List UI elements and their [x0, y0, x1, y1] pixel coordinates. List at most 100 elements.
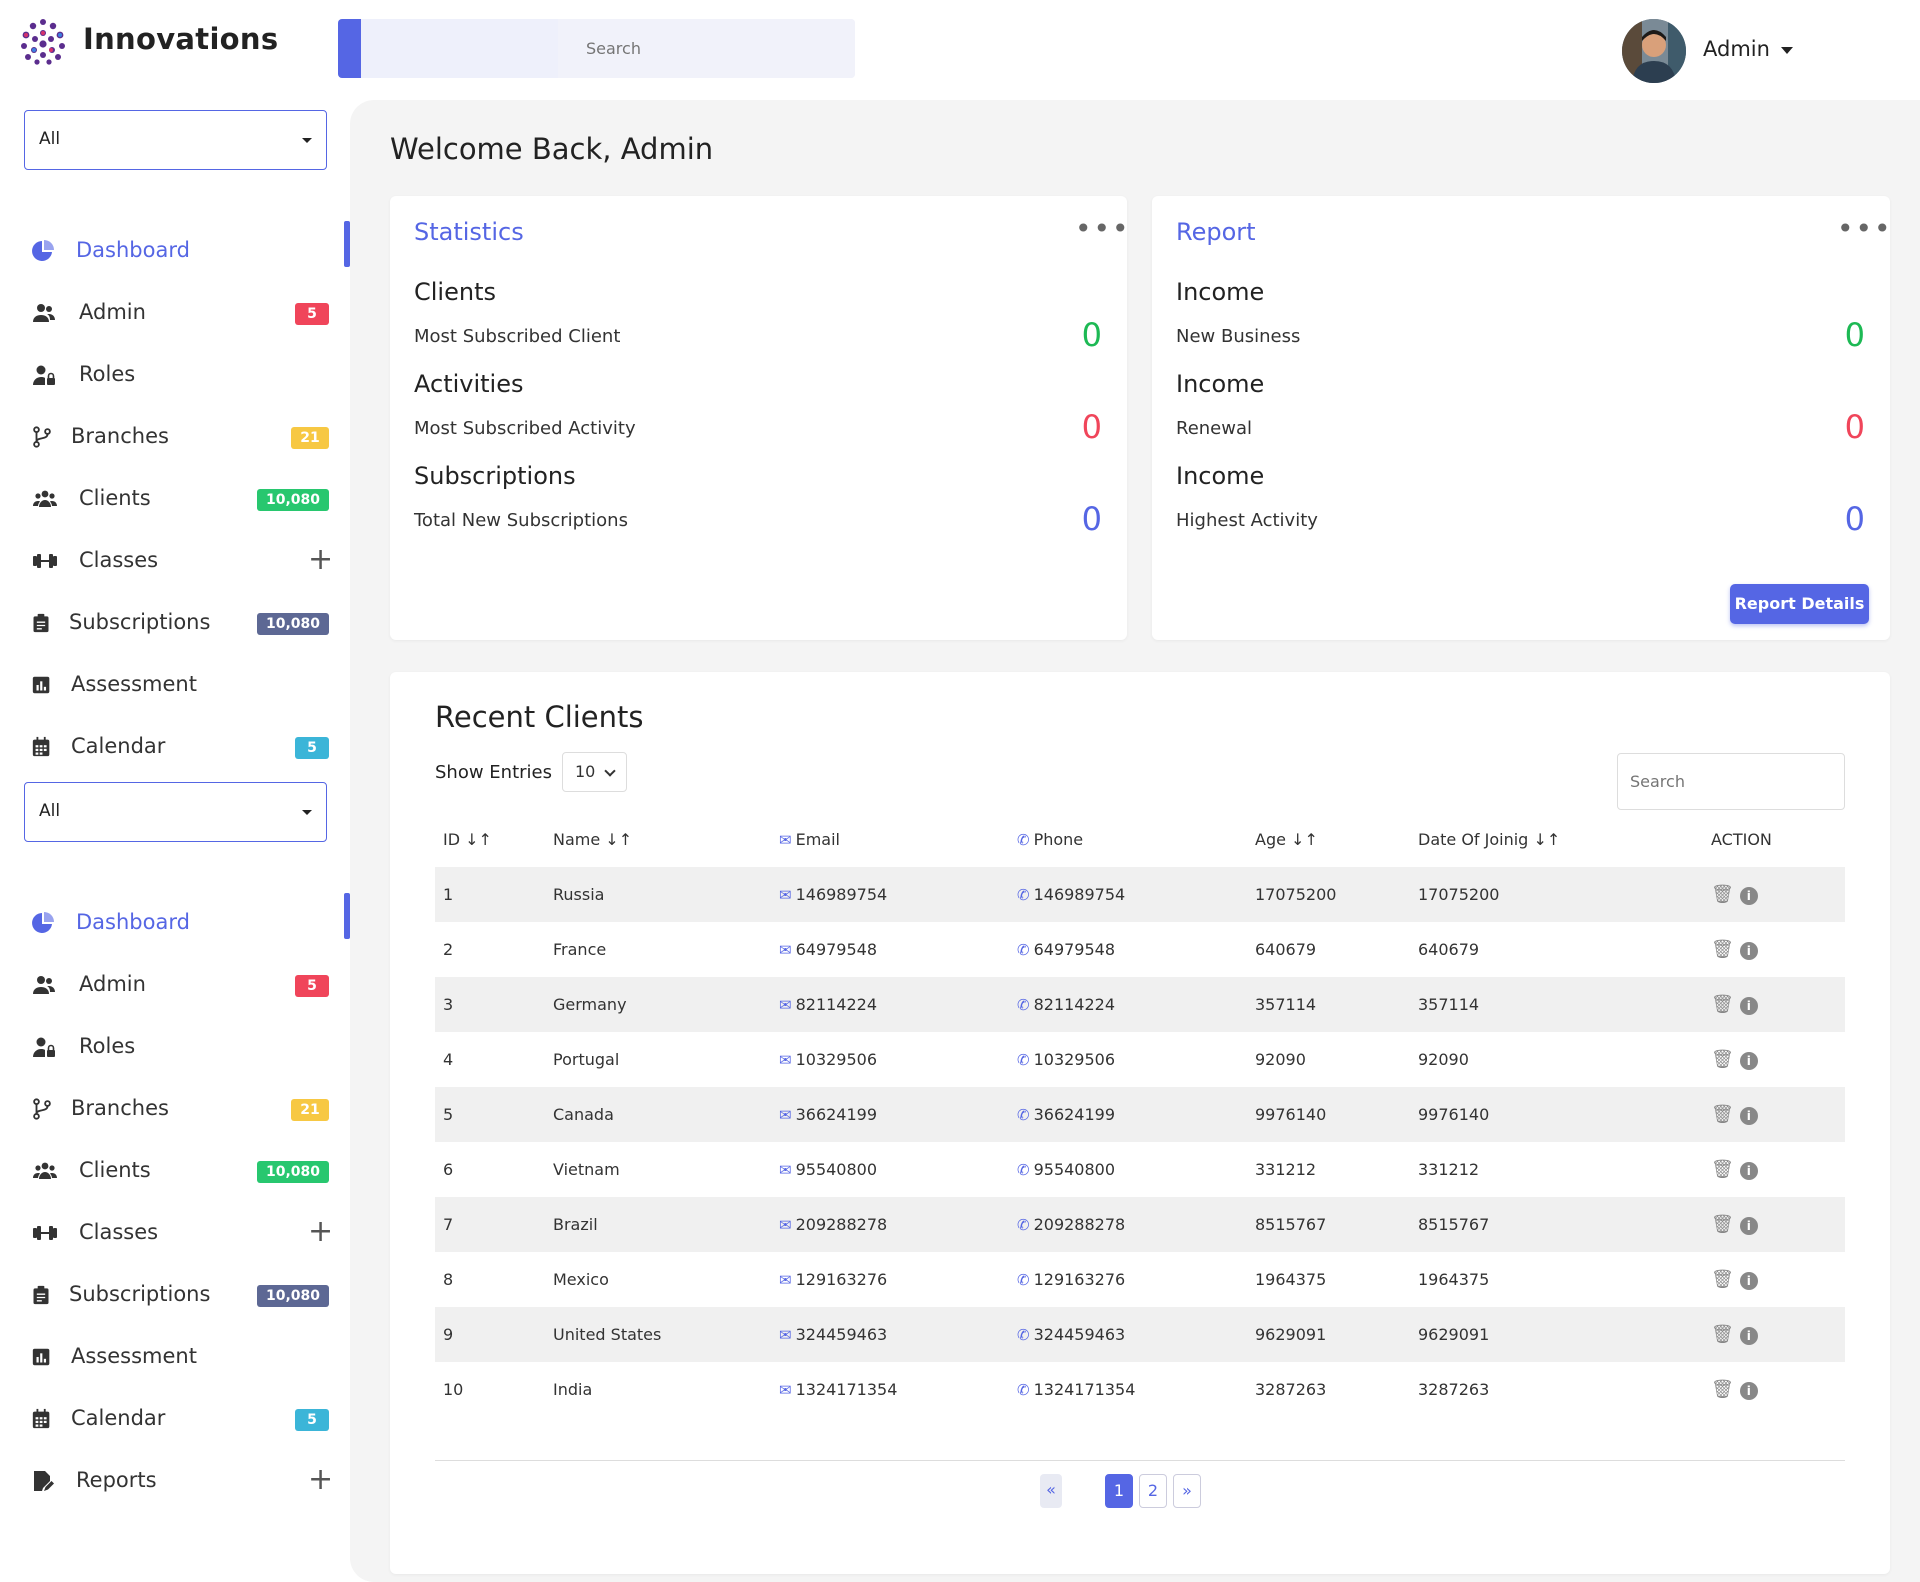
table-search-input[interactable] [1617, 753, 1845, 810]
column-header-name[interactable]: Name ↓↑ [545, 812, 771, 867]
column-header-date-of-joinig[interactable]: Date Of Joinig ↓↑ [1410, 812, 1703, 867]
calendar-icon [31, 735, 57, 761]
table-cell[interactable]: ✉ 1324171354 [771, 1362, 1009, 1417]
table-cell[interactable]: ✉ 324459463 [771, 1307, 1009, 1362]
trash-icon[interactable]: 🗑 [1711, 1049, 1734, 1070]
trash-icon[interactable]: 🗑 [1711, 1379, 1734, 1400]
table-cell[interactable]: ✉ 64979548 [771, 922, 1009, 977]
info-icon[interactable]: i [1739, 1327, 1758, 1345]
column-header-id[interactable]: ID ↓↑ [435, 812, 545, 867]
entries-select[interactable]: 10 [562, 752, 627, 792]
sort-icon[interactable]: ↓↑ [605, 830, 632, 849]
sidebar-item-branches[interactable]: Branches 21 [0, 1079, 350, 1141]
top-search[interactable] [338, 19, 855, 78]
info-icon[interactable]: i [1739, 1217, 1758, 1235]
trash-icon[interactable]: 🗑 [1711, 1324, 1734, 1345]
table-cell[interactable]: ✆ 95540800 [1009, 1142, 1247, 1197]
info-icon[interactable]: i [1739, 997, 1758, 1015]
sidebar-item-clients[interactable]: Clients 10,080 [0, 469, 350, 531]
table-cell[interactable]: ✆ 324459463 [1009, 1307, 1247, 1362]
trash-icon[interactable]: 🗑 [1711, 1214, 1734, 1235]
envelope-icon: ✉ [779, 941, 792, 959]
table-cell: 9 [435, 1307, 545, 1362]
plus-icon[interactable]: + [308, 1465, 333, 1495]
top-search-input[interactable] [558, 19, 855, 78]
table-cell[interactable]: ✆ 82114224 [1009, 977, 1247, 1032]
sidebar-item-classes[interactable]: Classes + [0, 1203, 350, 1265]
table-row: 5 Canada ✉ 36624199 ✆ 36624199 9976140 9976140 🗑… [435, 1087, 1845, 1142]
table-divider [435, 1460, 1845, 1461]
statistics-menu-icon[interactable]: ••• [1075, 215, 1131, 243]
trash-icon[interactable]: 🗑 [1711, 884, 1734, 905]
sidebar-item-branches[interactable]: Branches 21 [0, 407, 350, 469]
pagination-prev[interactable]: « [1040, 1474, 1062, 1508]
info-icon[interactable]: i [1739, 1162, 1758, 1180]
sidebar-item-dashboard[interactable]: Dashboard [0, 893, 350, 955]
report-menu-icon[interactable]: ••• [1837, 215, 1893, 243]
table-cell[interactable]: ✉ 129163276 [771, 1252, 1009, 1307]
pagination-page-2[interactable]: 2 [1139, 1474, 1167, 1508]
table-cell[interactable]: ✆ 146989754 [1009, 867, 1247, 922]
table-cell[interactable]: ✆ 1324171354 [1009, 1362, 1247, 1417]
info-icon[interactable]: i [1739, 942, 1758, 960]
sidebar-item-subscriptions[interactable]: Subscriptions 10,080 [0, 1265, 350, 1327]
table-cell[interactable]: ✉ 209288278 [771, 1197, 1009, 1252]
info-icon[interactable]: i [1739, 887, 1758, 905]
sort-icon[interactable]: ↓↑ [1533, 830, 1560, 849]
pagination-next[interactable]: » [1173, 1474, 1201, 1508]
table-cell[interactable]: ✆ 64979548 [1009, 922, 1247, 977]
column-header-age[interactable]: Age ↓↑ [1247, 812, 1410, 867]
sidebar-item-subscriptions[interactable]: Subscriptions 10,080 [0, 593, 350, 655]
report-details-button[interactable]: Report Details [1730, 584, 1869, 624]
sidebar-filter-select[interactable]: All [24, 782, 327, 842]
pagination-page-1[interactable]: 1 [1105, 1474, 1133, 1508]
info-icon[interactable]: i [1739, 1107, 1758, 1125]
info-icon[interactable]: i [1739, 1052, 1758, 1070]
table-cell[interactable]: ✉ 82114224 [771, 977, 1009, 1032]
table-cell: Germany [545, 977, 771, 1032]
sidebar-item-assessment[interactable]: Assessment [0, 1327, 350, 1389]
table-cell[interactable]: ✉ 146989754 [771, 867, 1009, 922]
trash-icon[interactable]: 🗑 [1711, 1269, 1734, 1290]
sidebar-item-clients[interactable]: Clients 10,080 [0, 1141, 350, 1203]
cell-value: France [553, 940, 607, 959]
table-cell[interactable]: ✆ 209288278 [1009, 1197, 1247, 1252]
trash-icon[interactable]: 🗑 [1711, 1104, 1734, 1125]
sidebar-item-label: Admin [79, 972, 146, 996]
sidebar-filter-select[interactable]: All [24, 110, 327, 170]
trash-icon[interactable]: 🗑 [1711, 994, 1734, 1015]
user-name[interactable]: Admin [1703, 37, 1770, 61]
sidebar-item-roles[interactable]: Roles [0, 345, 350, 407]
trash-icon[interactable]: 🗑 [1711, 939, 1734, 960]
sidebar-item-assessment[interactable]: Assessment [0, 655, 350, 717]
table-cell: 331212 [1247, 1142, 1410, 1197]
table-cell[interactable]: ✆ 36624199 [1009, 1087, 1247, 1142]
table-cell[interactable]: ✆ 10329506 [1009, 1032, 1247, 1087]
sidebar-item-calendar[interactable]: Calendar 5 [0, 1389, 350, 1451]
avatar[interactable] [1622, 19, 1686, 83]
sidebar-item-classes[interactable]: Classes + [0, 531, 350, 593]
sort-icon[interactable]: ↓↑ [465, 830, 492, 849]
info-icon[interactable]: i [1739, 1382, 1758, 1400]
sidebar-item-admin[interactable]: Admin 5 [0, 283, 350, 345]
stat-value: 0 [1081, 500, 1102, 538]
clipboard-icon [31, 1283, 57, 1309]
sidebar-item-calendar[interactable]: Calendar 5 [0, 717, 350, 779]
trash-icon[interactable]: 🗑 [1711, 1159, 1734, 1180]
plus-icon[interactable]: + [308, 1217, 333, 1247]
cell-value: 92090 [1418, 1050, 1469, 1069]
sort-icon[interactable]: ↓↑ [1291, 830, 1318, 849]
plus-icon[interactable]: + [308, 545, 333, 575]
table-cell[interactable]: ✉ 10329506 [771, 1032, 1009, 1087]
table-cell[interactable]: ✆ 129163276 [1009, 1252, 1247, 1307]
sidebar-item-roles[interactable]: Roles [0, 1017, 350, 1079]
user-menu-caret-icon[interactable] [1781, 47, 1793, 54]
stat-heading: Activities [414, 370, 524, 398]
sidebar-item-reports[interactable]: Reports + [0, 1451, 350, 1513]
table-cell[interactable]: ✉ 95540800 [771, 1142, 1009, 1197]
sidebar-item-admin[interactable]: Admin 5 [0, 955, 350, 1017]
sidebar-item-dashboard[interactable]: Dashboard [0, 221, 350, 283]
cell-value: 10329506 [795, 1050, 878, 1069]
info-icon[interactable]: i [1739, 1272, 1758, 1290]
table-cell[interactable]: ✉ 36624199 [771, 1087, 1009, 1142]
